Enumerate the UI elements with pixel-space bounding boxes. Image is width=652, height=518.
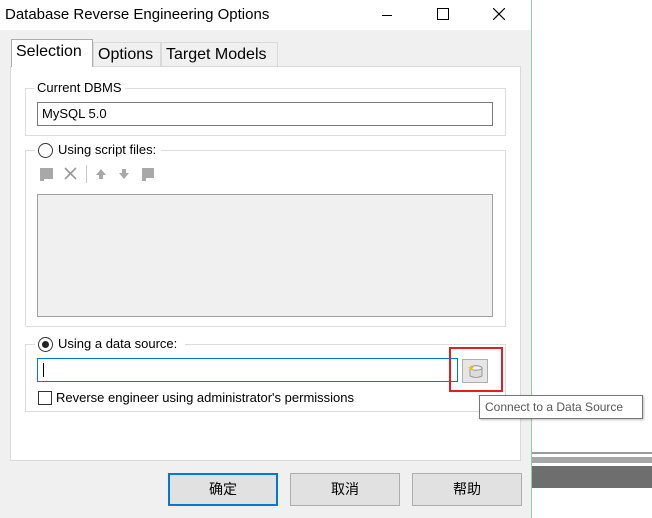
tab-options[interactable]: Options [93, 42, 161, 66]
properties-icon[interactable] [140, 166, 156, 182]
maximize-button[interactable] [420, 0, 466, 30]
ok-button[interactable]: 确定 [168, 473, 278, 506]
admin-permissions-label: Reverse engineer using administrator's p… [56, 390, 355, 405]
data-source-label: Using a data source: [58, 336, 178, 351]
text-caret [43, 363, 44, 377]
current-dbms-field[interactable]: MySQL 5.0 [37, 102, 493, 126]
data-source-option[interactable]: Using a data source: [35, 336, 185, 354]
delete-icon[interactable] [63, 166, 79, 182]
close-icon [493, 8, 505, 20]
highlight-box [449, 347, 503, 392]
script-files-radio[interactable] [38, 143, 53, 158]
tab-target-models[interactable]: Target Models [161, 42, 278, 66]
dialog-window: Database Reverse Engineering Options Sel… [0, 0, 532, 518]
script-files-list[interactable] [37, 194, 493, 317]
script-files-label: Using script files: [58, 142, 157, 157]
data-source-field[interactable] [37, 358, 458, 382]
script-files-option[interactable]: Using script files: [35, 142, 161, 160]
add-file-icon[interactable] [39, 166, 55, 182]
window-title: Database Reverse Engineering Options [5, 6, 270, 23]
move-up-icon[interactable] [94, 166, 108, 182]
close-button[interactable] [476, 0, 522, 30]
connect-tooltip: Connect to a Data Source [479, 395, 643, 419]
background-window-edge [532, 452, 652, 454]
cancel-button[interactable]: 取消 [290, 473, 400, 506]
current-dbms-label: Current DBMS [34, 80, 125, 95]
toolbar-separator [86, 165, 87, 183]
help-button[interactable]: 帮助 [412, 473, 522, 506]
minimize-button[interactable] [364, 0, 410, 30]
data-source-radio[interactable] [38, 337, 53, 352]
background-window-bar [532, 466, 652, 488]
admin-permissions-checkbox[interactable] [38, 391, 52, 405]
move-down-icon[interactable] [117, 166, 131, 182]
background-window-edge [532, 457, 652, 463]
title-bar[interactable]: Database Reverse Engineering Options [0, 0, 531, 30]
tab-selection[interactable]: Selection [11, 39, 93, 67]
